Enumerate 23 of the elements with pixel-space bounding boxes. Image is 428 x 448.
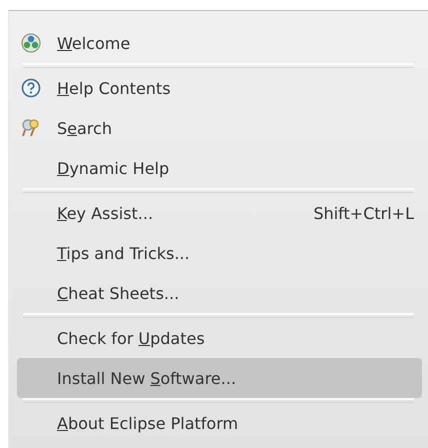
search-icon bbox=[21, 118, 41, 138]
help-icon bbox=[21, 78, 41, 98]
menu-item-label: Dynamic Help bbox=[57, 158, 170, 178]
menu-item[interactable]: Tips and Tricks... bbox=[17, 233, 422, 273]
menu-item[interactable]: Dynamic Help bbox=[17, 148, 422, 188]
menu-item[interactable]: Welcome bbox=[17, 23, 422, 63]
menu-item-label: Cheat Sheets... bbox=[57, 284, 180, 302]
shortcut-text: Shift+Ctrl+L bbox=[313, 204, 414, 222]
menu-item-label: Key Assist... bbox=[57, 204, 154, 222]
menu-item-label: About Eclipse Platform bbox=[57, 414, 238, 432]
menu-item[interactable]: Help Contents bbox=[17, 68, 422, 108]
menu-item-label: Tips and Tricks... bbox=[57, 244, 190, 262]
menu-item-label: Check for Updates bbox=[57, 328, 205, 348]
menu-item-label: Help Contents bbox=[57, 78, 171, 98]
menu-item-label: Install New Software... bbox=[57, 368, 236, 388]
menu-item[interactable]: Cheat Sheets... bbox=[17, 273, 422, 313]
menu-item[interactable]: Check for Updates bbox=[17, 318, 422, 358]
menu-item-label: Welcome bbox=[57, 34, 130, 52]
menu-item[interactable]: About Eclipse Platform bbox=[17, 403, 422, 443]
menu-item[interactable]: Key Assist... Shift+Ctrl+L bbox=[17, 193, 422, 233]
menu-item-label: Search bbox=[57, 118, 112, 138]
menu-item[interactable]: Search bbox=[17, 108, 422, 148]
menu-item[interactable]: Install New Software... bbox=[17, 358, 422, 398]
